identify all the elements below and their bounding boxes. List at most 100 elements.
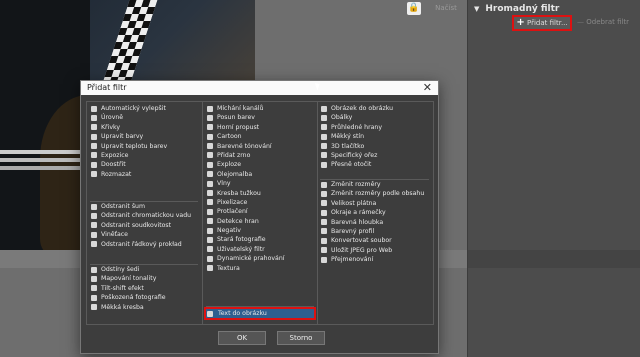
filter-icon (91, 266, 97, 273)
load-button[interactable]: Načíst (428, 2, 464, 15)
filter-item[interactable]: Vlny (206, 179, 314, 188)
filter-item-label: Protlačení (217, 208, 248, 216)
filter-item-label: Barevné tónování (217, 142, 272, 150)
filter-icon (207, 133, 213, 140)
filter-item[interactable]: Barevná hloubka (320, 218, 429, 227)
filter-item[interactable]: Textura (206, 264, 314, 273)
filter-item-label: Tilt-shift efekt (101, 284, 144, 292)
filter-item[interactable]: Úrovně (90, 113, 198, 122)
filter-icon (207, 114, 213, 121)
filter-item[interactable]: Pixelizace (206, 198, 314, 207)
filter-item[interactable]: Změnit rozměry podle obsahu (320, 189, 429, 198)
filter-item[interactable]: Změnit rozměry (320, 180, 429, 189)
filter-icon (91, 203, 97, 210)
filter-item[interactable]: Exploze (206, 160, 314, 169)
filter-item[interactable]: Přidat zrno (206, 151, 314, 160)
filter-item[interactable]: Mapování tonality (90, 274, 198, 283)
filter-item-label: Průhledné hrany (331, 123, 382, 131)
filter-item[interactable]: Automatický vylepšit (90, 104, 198, 113)
filter-icon (207, 208, 213, 215)
filter-icon (321, 124, 327, 131)
filter-item[interactable]: Okraje a rámečky (320, 208, 429, 217)
filter-icon (321, 105, 327, 112)
filter-item[interactable]: Text do obrázku (204, 307, 316, 321)
filter-item[interactable]: Měkký stín (320, 132, 429, 141)
filter-item[interactable]: Křivky (90, 123, 198, 132)
filter-icon (321, 133, 327, 140)
filter-item[interactable]: Průhledné hrany (320, 123, 429, 132)
filter-item[interactable]: Detekce hran (206, 217, 314, 226)
filter-group: Text do obrázku (204, 306, 316, 321)
filter-item[interactable]: Odstranit chromatickou vadu (90, 211, 198, 220)
filter-item[interactable]: Cartoon (206, 132, 314, 141)
filter-icon (207, 246, 213, 253)
filter-item[interactable]: Horní propust (206, 123, 314, 132)
filter-item[interactable]: Protlačení (206, 207, 314, 216)
filter-icon (91, 212, 97, 219)
filter-item-label: Odstranit chromatickou vadu (101, 212, 192, 220)
filter-item-label: Detekce hran (217, 217, 259, 225)
filter-item[interactable]: Obálky (320, 113, 429, 122)
filter-item-label: Uložit JPEG pro Web (331, 246, 393, 254)
filter-item-label: Kresba tužkou (217, 189, 261, 197)
filter-icon (321, 161, 327, 168)
remove-filter-button[interactable]: — Odebrat filtr (577, 18, 629, 26)
filter-item[interactable]: Barevný profil (320, 227, 429, 236)
filter-item[interactable]: Přejmenování (320, 255, 429, 264)
ok-button[interactable]: OK (218, 331, 266, 345)
filter-item[interactable]: Odstranit řádkový prokład (90, 240, 198, 249)
filter-icon (207, 161, 213, 168)
filter-item-label: Přidat zrno (217, 151, 251, 159)
filter-item[interactable]: Specifický ořez (320, 151, 429, 160)
filter-item[interactable]: Kresba tužkou (206, 189, 314, 198)
filter-icon (91, 275, 97, 282)
filter-item[interactable]: Odstranit šum (90, 202, 198, 211)
close-icon[interactable]: ✕ (423, 81, 432, 94)
filter-item[interactable]: Tilt-shift efekt (90, 284, 198, 293)
batch-filter-header[interactable]: ▼ Hromadný filtr (474, 4, 559, 14)
filter-icon (321, 256, 327, 263)
filter-icon (91, 143, 97, 150)
filter-column-3: Obrázek do obrázku Obálky Průhledné hrany M… (317, 102, 432, 324)
filter-item[interactable]: Obrázek do obrázku (320, 104, 429, 113)
filter-item[interactable]: Přesně otočit (320, 160, 429, 169)
filter-icon (91, 124, 97, 131)
filter-item[interactable]: Míchání kanálů (206, 104, 314, 113)
add-filter-button[interactable]: + Přidat filtr... (512, 15, 572, 31)
filter-item[interactable]: Expozice (90, 151, 198, 160)
filter-item[interactable]: Doostřit (90, 160, 198, 169)
filter-item[interactable]: Velikost plátna (320, 199, 429, 208)
filter-item[interactable]: Upravit barvy (90, 132, 198, 141)
filter-item[interactable]: Měkká kresba (90, 303, 198, 312)
filter-item-label: Velikost plátna (331, 199, 377, 207)
filter-item-label: Viněťace (101, 231, 128, 239)
filter-icon (91, 231, 97, 238)
filter-item[interactable]: 3D tlačítko (320, 142, 429, 151)
cancel-button[interactable]: Storno (277, 331, 325, 345)
filter-item[interactable]: Konvertovat soubor (320, 236, 429, 245)
filter-item-label: Okraje a rámečky (331, 209, 386, 217)
filter-item[interactable]: Dynamické prahování (206, 254, 314, 263)
filter-icon (91, 241, 97, 248)
filter-item[interactable]: Olejomalba (206, 170, 314, 179)
filter-item[interactable]: Viněťace (90, 230, 198, 239)
filter-item-label: Textura (217, 264, 240, 272)
filter-item[interactable]: Poškozená fotografie (90, 293, 198, 302)
filter-item-label: Měkký stín (331, 133, 365, 141)
filter-item[interactable]: Stará fotografie (206, 235, 314, 244)
lock-icon[interactable]: 🔒 (407, 2, 421, 15)
filter-item[interactable]: Negativ (206, 226, 314, 235)
filter-icon (207, 152, 213, 159)
filter-item[interactable]: Upravit teplotu barev (90, 142, 198, 151)
filter-item[interactable]: Posun barev (206, 113, 314, 122)
filter-item[interactable]: Odstíny šedi (90, 265, 198, 274)
filter-item[interactable]: Rozmazat (90, 170, 198, 179)
filter-item[interactable]: Uživatelský filtr (206, 245, 314, 254)
filter-item[interactable]: Barevné tónování (206, 142, 314, 151)
filter-icon (321, 237, 327, 244)
filter-item[interactable]: Odstranit soudkovitost (90, 221, 198, 230)
filter-icon (91, 152, 97, 159)
filter-item[interactable]: Uložit JPEG pro Web (320, 246, 429, 255)
collapse-triangle-icon: ▼ (474, 5, 480, 13)
filter-item-label: Automatický vylepšit (101, 105, 166, 112)
